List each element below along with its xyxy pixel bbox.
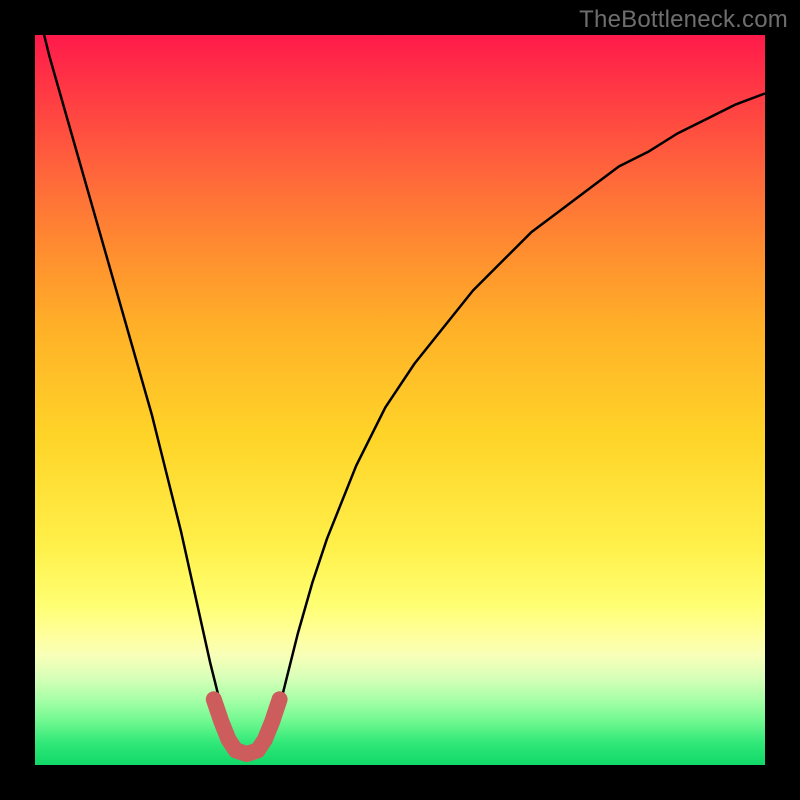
bottleneck-curve xyxy=(35,35,765,765)
watermark-text: TheBottleneck.com xyxy=(579,6,788,34)
plot-area xyxy=(35,35,765,765)
chart-frame: TheBottleneck.com xyxy=(0,0,800,800)
